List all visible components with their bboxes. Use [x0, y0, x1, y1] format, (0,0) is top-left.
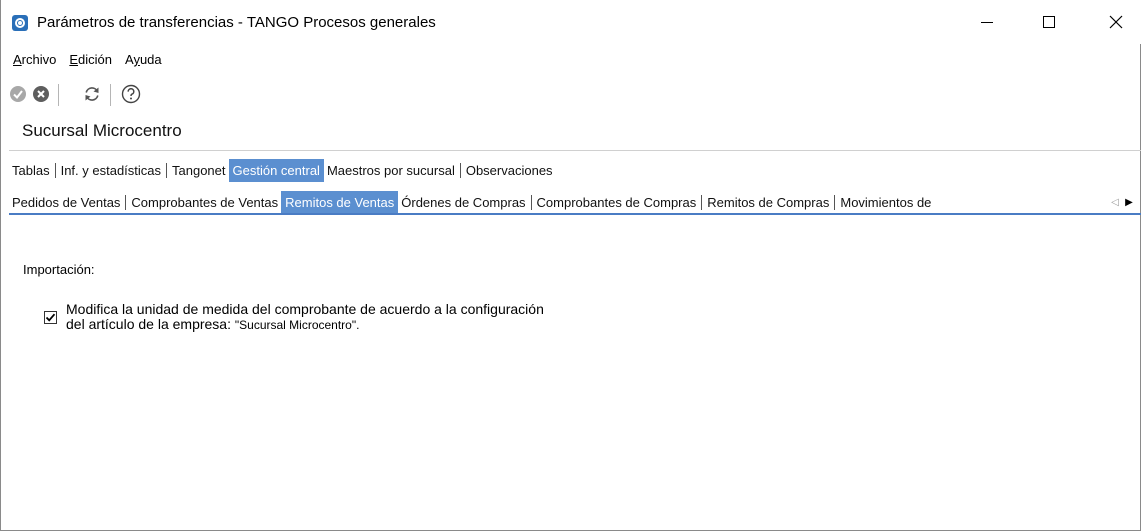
tab-comprobantes-de-compras[interactable]: Comprobantes de Compras [534, 191, 700, 214]
toolbar [1, 78, 301, 112]
tab-inf-estadisticas[interactable]: Inf. y estadísticas [58, 159, 164, 182]
option-description: Modifica la unidad de medida del comprob… [66, 302, 544, 333]
menu-ayuda[interactable]: Ayuda [112, 52, 162, 72]
section-label-importacion: Importación: [23, 262, 95, 277]
minimize-button[interactable] [964, 0, 1010, 44]
main-tab-strip: Tablas Inf. y estadísticas Tangonet Gest… [9, 159, 556, 182]
minimize-icon [981, 21, 993, 23]
close-icon [1109, 15, 1123, 29]
company-name: "Sucursal Microcentro". [234, 318, 360, 332]
tab-separator [459, 163, 461, 178]
tab-remitos-de-compras[interactable]: Remitos de Compras [704, 191, 832, 214]
cancel-icon[interactable] [31, 84, 51, 104]
tab-comprobantes-de-ventas[interactable]: Comprobantes de Ventas [128, 191, 281, 214]
tab-remitos-de-ventas[interactable]: Remitos de Ventas [281, 191, 399, 214]
tab-separator [701, 195, 703, 210]
tab-movimientos-de[interactable]: Movimientos de [837, 191, 934, 214]
tab-separator [834, 195, 836, 210]
menu-edicion[interactable]: Edición [56, 52, 112, 72]
tab-maestros-por-sucursal[interactable]: Maestros por sucursal [324, 159, 458, 182]
title-bar[interactable]: Parámetros de transferencias - TANGO Pro… [1, 0, 1141, 44]
divider [9, 150, 1141, 151]
tab-underline [9, 213, 1141, 215]
option-line-1: Modifica la unidad de medida del comprob… [66, 301, 544, 317]
help-icon[interactable] [121, 84, 141, 104]
scroll-right-icon[interactable]: ▶ [1122, 197, 1136, 208]
tango-app-icon[interactable] [12, 15, 28, 31]
tab-separator [166, 163, 168, 178]
tab-pedidos-de-ventas[interactable]: Pedidos de Ventas [9, 191, 123, 214]
tab-gestion-central[interactable]: Gestión central [228, 159, 324, 182]
menu-archivo[interactable]: Archivo [1, 52, 56, 72]
modify-unit-checkbox[interactable] [44, 311, 57, 324]
tab-ordenes-de-compras[interactable]: Órdenes de Compras [398, 191, 528, 214]
page-title: Sucursal Microcentro [22, 121, 182, 140]
toolbar-separator [58, 84, 59, 106]
maximize-button[interactable] [1026, 0, 1072, 44]
refresh-icon[interactable] [82, 84, 102, 104]
sub-tab-strip: Pedidos de Ventas Comprobantes de Ventas… [9, 191, 1141, 214]
maximize-icon [1043, 16, 1055, 28]
tab-observaciones[interactable]: Observaciones [463, 159, 556, 182]
tab-tangonet[interactable]: Tangonet [169, 159, 229, 182]
tab-separator [125, 195, 127, 210]
tab-tablas[interactable]: Tablas [9, 159, 53, 182]
modify-unit-option[interactable]: Modifica la unidad de medida del comprob… [44, 302, 544, 333]
tab-separator [530, 195, 532, 210]
toolbar-separator [110, 84, 111, 106]
scroll-left-icon[interactable]: ◁ [1108, 197, 1122, 208]
tab-separator [54, 163, 56, 178]
tab-scroll-controls: ◁ ▶ [1104, 191, 1136, 214]
close-button[interactable] [1093, 0, 1139, 44]
window-title: Parámetros de transferencias - TANGO Pro… [37, 14, 436, 31]
menu-bar: Archivo Edición Ayuda [1, 52, 162, 72]
application-window: Parámetros de transferencias - TANGO Pro… [0, 0, 1141, 531]
option-line-2: del artículo de la empresa: "Sucursal Mi… [66, 316, 360, 333]
checkmark-icon [45, 313, 56, 322]
check-icon[interactable] [8, 84, 28, 104]
